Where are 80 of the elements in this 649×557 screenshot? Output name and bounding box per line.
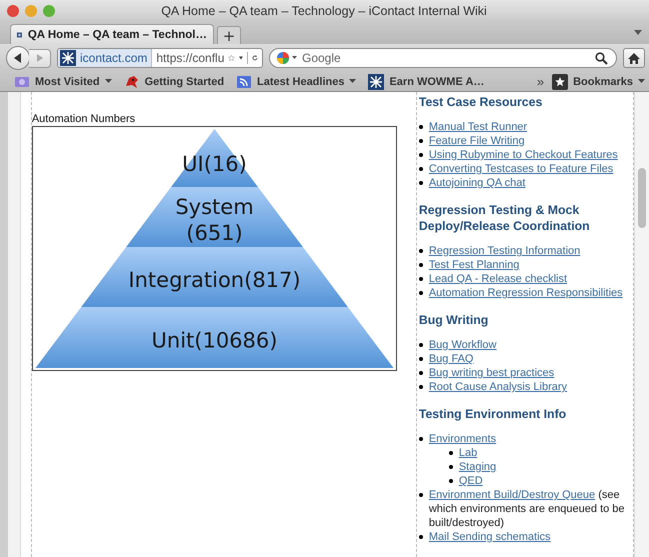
bullet-icon	[418, 181, 423, 185]
close-icon[interactable]	[7, 5, 19, 17]
site-identity-button[interactable]: icontact.com	[58, 49, 152, 67]
forward-arrow-icon	[34, 53, 44, 63]
link[interactable]: Feature File Writing	[428, 135, 525, 147]
bookmark-item[interactable]: Most Visited	[14, 74, 112, 90]
search-field[interactable]: Google	[302, 51, 591, 65]
bookmarks-menu-button[interactable]: Bookmarks	[552, 74, 645, 90]
favicon-icon	[368, 74, 384, 90]
bookmarks-overflow-button[interactable]: »	[536, 74, 544, 89]
link[interactable]: Test Fest Planning	[428, 259, 520, 271]
bookmark-item[interactable]: Getting Started	[124, 74, 224, 90]
link[interactable]: Bug Workflow	[428, 339, 496, 351]
link[interactable]: Regression Testing Information	[428, 245, 580, 257]
feed-icon	[236, 74, 252, 90]
section-heading: Regression Testing & Mock Deploy/Release Coordination	[418, 202, 591, 234]
caret-icon	[638, 79, 645, 84]
bullet-icon	[418, 437, 423, 441]
link[interactable]: Lab	[458, 447, 478, 459]
bullet-icon	[418, 535, 423, 539]
window-title: QA Home – QA team – Technology – iContact Internal Wiki	[160, 4, 488, 18]
link[interactable]: Automation Regression Responsibilities	[428, 287, 623, 299]
new-tab-button[interactable]: +	[217, 26, 241, 44]
bullet-icon	[448, 465, 453, 469]
bullet-icon	[418, 343, 423, 347]
home-button[interactable]	[623, 48, 645, 68]
bullet-icon	[418, 357, 423, 361]
url-text: https://conflu	[156, 51, 224, 65]
home-icon	[627, 52, 641, 64]
caret-icon	[349, 79, 356, 84]
bullet-icon	[418, 493, 423, 497]
bullet-icon	[418, 249, 423, 253]
link[interactable]: Bug FAQ	[428, 353, 474, 365]
bullet-icon	[448, 451, 453, 455]
link[interactable]: Root Cause Analysis Library	[428, 381, 568, 393]
link[interactable]: Environment Build/Destroy Queue	[428, 489, 596, 501]
bullet-icon	[448, 479, 453, 483]
link[interactable]: Staging	[458, 461, 496, 473]
tier-label: System (651)	[175, 195, 254, 245]
bullet-icon	[418, 385, 423, 389]
bullet-icon	[418, 371, 423, 375]
bullet-icon	[418, 291, 423, 295]
tier-label: Integration(817)	[128, 268, 300, 292]
bullet-icon	[418, 125, 423, 129]
bullet-icon	[418, 263, 423, 267]
favicon-icon	[60, 50, 76, 66]
bullet-icon	[418, 167, 423, 171]
back-arrow-icon	[12, 52, 24, 64]
back-button[interactable]	[6, 46, 30, 70]
search-icon[interactable]	[595, 52, 608, 64]
list-item-text: Environment Build/Destroy Queue (see which environments are enqueued to be built/destroyed)	[428, 488, 626, 530]
caret-icon[interactable]	[239, 55, 244, 61]
google-icon[interactable]	[276, 51, 298, 65]
tab[interactable]: QA Home – QA team – Technol…	[10, 24, 214, 44]
figure-caption: Automation Numbers	[32, 113, 136, 125]
caret-icon[interactable]	[633, 30, 643, 36]
scrollbar-thumb[interactable]	[638, 168, 646, 228]
link[interactable]: Converting Testcases to Feature Files	[428, 163, 614, 175]
link[interactable]: Mail Sending schematics	[428, 531, 551, 543]
bullet-icon	[418, 153, 423, 157]
link[interactable]: Using Rubymine to Checkout Features	[428, 149, 618, 161]
link[interactable]: QED	[458, 475, 483, 487]
bookmark-item[interactable]: Latest Headlines	[236, 74, 356, 90]
link[interactable]: Manual Test Runner	[428, 121, 528, 133]
link[interactable]: Autojoining QA chat	[428, 177, 526, 189]
reload-icon[interactable]	[247, 52, 258, 64]
scrollbar[interactable]	[634, 92, 649, 557]
address-field[interactable]: icontact.com https://conflu	[57, 48, 263, 68]
section-heading: Testing Environment Info	[418, 406, 568, 422]
bullet-icon	[418, 277, 423, 281]
search-bar[interactable]: Google	[269, 48, 617, 68]
bullet-icon	[418, 139, 423, 143]
link[interactable]: Lead QA - Release checklist	[428, 273, 568, 285]
bookmark-item[interactable]: Earn WOWME A…	[368, 74, 484, 90]
tier-label: Unit(10686)	[151, 328, 278, 352]
section-heading: Test Case Resources	[418, 94, 544, 110]
caret-icon	[104, 79, 112, 84]
link[interactable]: Bug writing best practices	[428, 367, 554, 379]
section-heading: Bug Writing	[418, 312, 490, 328]
link[interactable]: Environments	[428, 433, 496, 445]
